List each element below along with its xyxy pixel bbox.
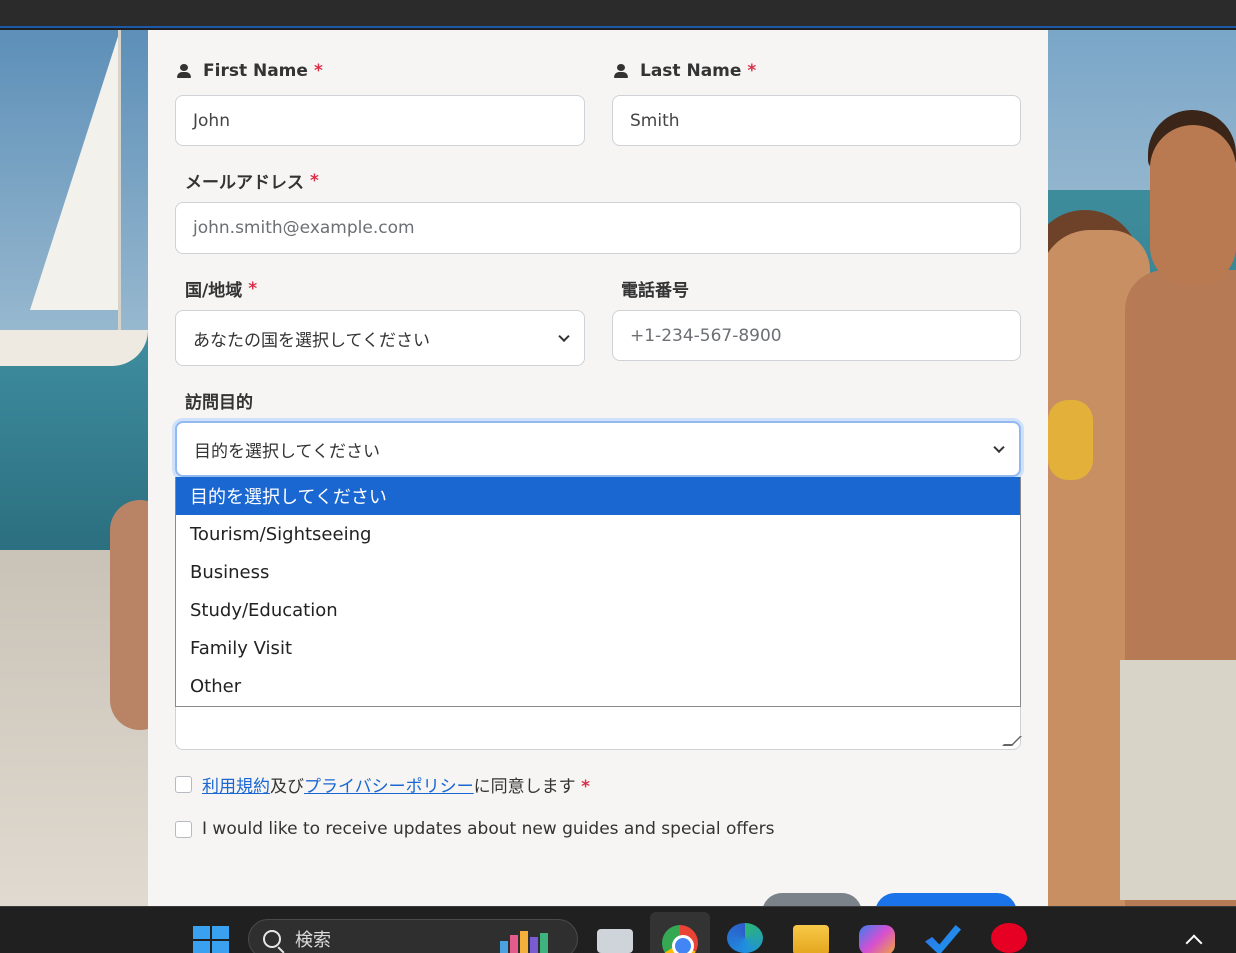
sailboat-sail [30,30,120,310]
first-name-label: First Name * [177,61,323,81]
purpose-option[interactable]: Tourism/Sightseeing [176,515,1020,553]
books-widget-icon[interactable] [500,925,572,953]
bg-shorts [1120,660,1236,900]
last-name-input[interactable]: Smith [612,95,1021,146]
purpose-select[interactable]: 目的を選択してください [175,421,1021,477]
updates-label: I would like to receive updates about ne… [202,819,775,839]
person-icon [177,64,191,78]
message-textarea[interactable] [175,700,1022,750]
required-asterisk: * [313,61,323,81]
copilot-icon[interactable] [859,925,895,953]
chevron-down-icon [558,330,570,343]
pinterest-icon[interactable] [991,923,1027,953]
purpose-dropdown-list: 目的を選択してください Tourism/Sightseeing Business… [175,477,1021,707]
country-select[interactable]: あなたの国を選択してください [175,310,585,366]
todo-icon[interactable] [925,925,961,953]
search-icon [263,930,281,948]
bg-man-head [1150,125,1236,285]
task-view-icon[interactable] [597,929,633,953]
phone-label: 電話番号 [621,281,689,301]
privacy-link[interactable]: プライバシーポリシー [304,777,474,797]
purpose-option[interactable]: 目的を選択してください [176,477,1020,515]
chevron-up-icon[interactable] [1185,934,1203,952]
required-asterisk: * [310,170,319,191]
terms-text: 利用規約及びプライバシーポリシーに同意します * [202,777,590,797]
terms-link[interactable]: 利用規約 [202,777,270,797]
email-input[interactable]: john.smith@example.com [175,202,1021,254]
windows-start-icon[interactable] [193,926,229,953]
terms-checkbox[interactable] [175,776,192,793]
first-name-input[interactable]: John [175,95,585,146]
purpose-option[interactable]: Study/Education [176,591,1020,629]
purpose-option[interactable]: Other [176,667,1020,705]
purpose-option[interactable]: Business [176,553,1020,591]
chevron-down-icon [993,441,1005,454]
edge-icon[interactable] [727,923,763,953]
bg-bikini [1048,400,1093,480]
sailboat-mast [118,30,121,330]
required-asterisk: * [248,278,258,299]
country-label: 国/地域 * [185,278,258,302]
browser-top-strip [0,0,1236,28]
sailboat-hull [0,330,148,366]
file-explorer-icon[interactable] [793,925,829,953]
terms-row: 利用規約及びプライバシーポリシーに同意します * [175,772,590,797]
person-icon [614,64,628,78]
last-name-label: Last Name * [614,61,756,81]
required-asterisk: * [747,61,757,81]
purpose-label: 訪問目的 [185,393,253,413]
phone-input[interactable]: +1-234-567-8900 [612,310,1021,361]
updates-row: I would like to receive updates about ne… [175,819,774,839]
chrome-icon[interactable] [662,925,698,953]
email-label: メールアドレス * [185,170,319,194]
purpose-option[interactable]: Family Visit [176,629,1020,667]
resize-handle-icon[interactable] [1002,736,1022,746]
required-asterisk: * [581,777,590,797]
updates-checkbox[interactable] [175,820,192,838]
windows-taskbar: 検索 [0,906,1236,953]
